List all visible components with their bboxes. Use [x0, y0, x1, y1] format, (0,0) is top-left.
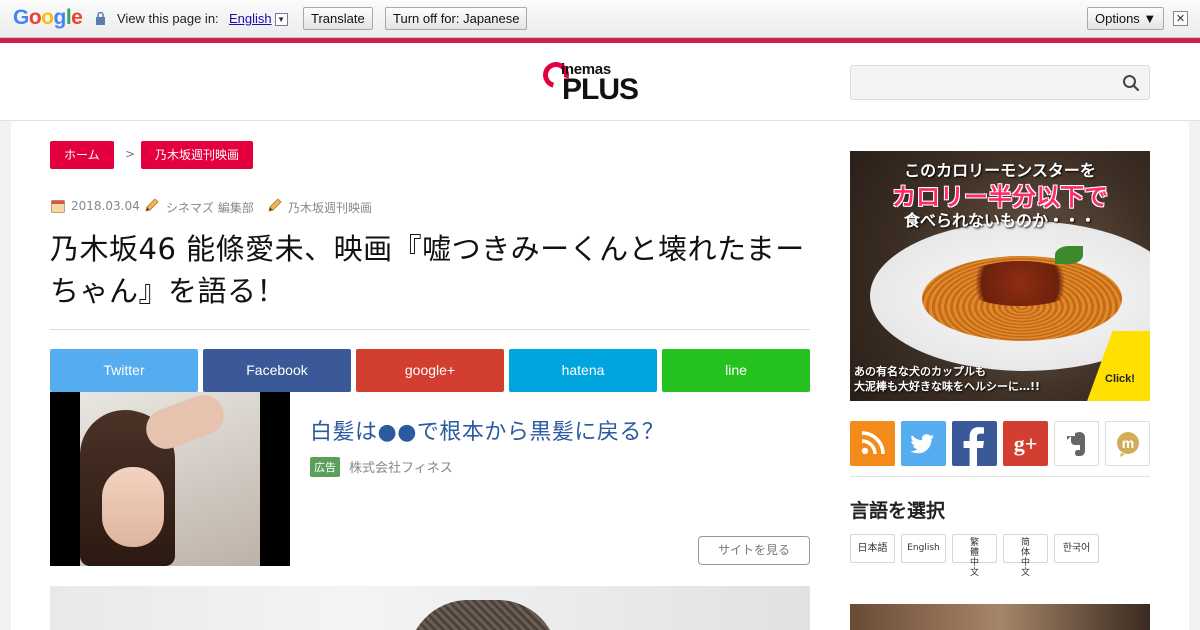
search-box: [850, 65, 1150, 100]
google-plus-glyph: g+: [1014, 431, 1038, 456]
article-category[interactable]: 乃木坂週刊映画: [288, 199, 372, 216]
ad-title[interactable]: 白髪は●●で根本から黒髪に戻る？: [310, 414, 664, 446]
ad-image[interactable]: [50, 392, 290, 566]
article-date: 2018.03.04: [71, 199, 140, 213]
share-twitter-button[interactable]: Twitter: [50, 349, 198, 392]
divider: [850, 476, 1150, 477]
sidebar-banner-ad[interactable]: このカロリーモンスターを カロリー半分以下で 食べられないものか・・・ あの有名…: [850, 151, 1150, 401]
mixi-text: m: [1122, 435, 1134, 451]
banner-line-5: 大泥棒も大好きな味をヘルシーに…!!: [854, 380, 1041, 393]
translate-bar: Google View this page in: English ▼ Trans…: [0, 0, 1200, 38]
google-logo-letter: o: [41, 6, 54, 29]
share-googleplus-button[interactable]: google+: [356, 349, 504, 392]
ad-badge: 広告: [310, 457, 340, 477]
site-header: inemas PLUS: [0, 43, 1200, 121]
banner-sauce: [960, 261, 1080, 306]
site-logo[interactable]: inemas PLUS: [538, 57, 643, 106]
language-select[interactable]: English ▼: [229, 11, 288, 26]
pencil-icon: [145, 198, 159, 212]
google-plus-icon[interactable]: g+: [1003, 421, 1048, 466]
language-heading: 言語を選択: [850, 500, 946, 522]
share-line-button[interactable]: line: [662, 349, 810, 392]
ad-sponsor: 株式会社フィネス: [349, 461, 453, 476]
rss-glyph: [861, 431, 885, 455]
lock-icon: [96, 12, 105, 25]
google-logo-letter: o: [28, 6, 42, 29]
twitter-glyph: [910, 434, 934, 454]
breadcrumb-category[interactable]: 乃木坂週刊映画: [141, 141, 254, 169]
article-author[interactable]: シネマズ 編集部: [166, 199, 254, 216]
translate-button[interactable]: Translate: [303, 7, 373, 30]
turn-off-button[interactable]: Turn off for: Japanese: [385, 7, 528, 30]
banner-basil: [1055, 246, 1083, 264]
rss-icon[interactable]: [850, 421, 895, 466]
google-logo-letter: G: [13, 6, 29, 29]
sidebar-image[interactable]: [850, 604, 1150, 630]
logo-wordmark-big: PLUS: [562, 73, 639, 106]
banner-click-label: Click!: [1105, 373, 1135, 385]
lang-button-ko[interactable]: 한국어: [1054, 534, 1099, 563]
divider: [50, 329, 810, 330]
mixi-icon[interactable]: m: [1105, 421, 1150, 466]
mixi-glyph: m: [1117, 432, 1139, 457]
lang-button-zh-cn[interactable]: 简体中文: [1003, 534, 1048, 578]
google-plus-text: g+: [1014, 431, 1038, 456]
breadcrumb-separator: >: [125, 147, 136, 161]
translate-prompt: View this page in:: [117, 11, 219, 26]
article-image-subject: [408, 600, 558, 630]
evernote-icon[interactable]: [1054, 421, 1099, 466]
share-facebook-button[interactable]: Facebook: [203, 349, 351, 392]
close-icon[interactable]: ✕: [1173, 11, 1188, 26]
search-input[interactable]: [851, 66, 1111, 99]
breadcrumb-home[interactable]: ホーム: [50, 141, 114, 169]
facebook-glyph: [963, 427, 984, 466]
facebook-icon[interactable]: [952, 421, 997, 466]
ad-photo-face: [102, 467, 164, 547]
ad-cta-button[interactable]: サイトを見る: [698, 536, 810, 565]
banner-line-4: あの有名な犬のカップルも: [854, 365, 986, 378]
language-select-value[interactable]: English: [229, 11, 272, 26]
share-hatena-button[interactable]: hatena: [509, 349, 657, 392]
lang-button-en[interactable]: English: [901, 534, 946, 563]
chevron-down-icon[interactable]: ▼: [274, 13, 288, 26]
lang-button-zh-tw[interactable]: 繁體中文: [952, 534, 997, 578]
article-title: 乃木坂46 能條愛未、映画『嘘つきみーくんと壊れたまーちゃん』を語る！: [50, 232, 805, 308]
google-logo-letter: g: [53, 6, 67, 29]
twitter-icon[interactable]: [901, 421, 946, 466]
options-button[interactable]: Options ▼: [1087, 7, 1165, 30]
article-image: [50, 586, 810, 630]
banner-line-3: 食べられないものか・・・: [903, 211, 1096, 230]
calendar-icon: [51, 200, 65, 213]
search-icon[interactable]: [1122, 74, 1140, 92]
evernote-glyph: [1067, 432, 1085, 456]
pencil-icon: [268, 198, 282, 212]
google-logo: Google: [13, 6, 83, 30]
lang-button-ja[interactable]: 日本語: [850, 534, 895, 563]
google-logo-letter: e: [71, 6, 83, 29]
